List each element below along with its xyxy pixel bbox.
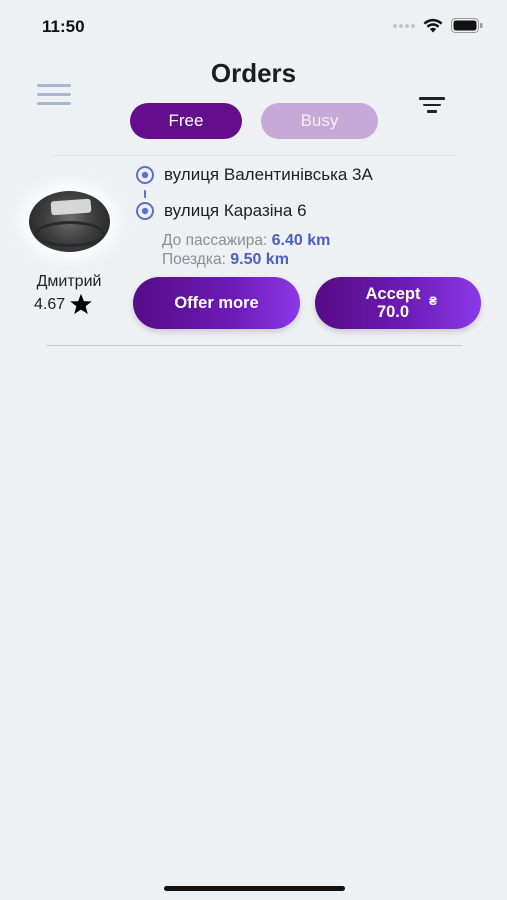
trip-distance: Поездка: 9.50 km	[162, 251, 289, 269]
distance-to-passenger: До пассажира: 6.40 km	[162, 232, 330, 250]
pickup-address: вулиця Валентинівська 3А	[164, 165, 373, 184]
accept-label: Accept	[365, 285, 421, 303]
tab-free[interactable]: Free	[130, 103, 242, 139]
driver-avatar	[29, 191, 110, 252]
battery-icon	[451, 18, 483, 33]
filter-icon[interactable]	[418, 97, 446, 119]
tab-busy[interactable]: Busy	[261, 103, 378, 139]
pickup-location-icon	[136, 166, 154, 184]
accept-price: 70.0	[376, 303, 410, 321]
wifi-icon	[423, 18, 443, 33]
offer-more-label: Offer more	[174, 293, 259, 312]
star-icon	[70, 293, 92, 314]
accept-button[interactable]: Accept 70.0 ₴	[315, 277, 481, 329]
divider	[52, 155, 458, 156]
currency-symbol: ₴	[428, 294, 437, 308]
status-bar: 11:50	[0, 0, 507, 54]
offer-more-button[interactable]: Offer more	[133, 277, 300, 329]
distance-to-passenger-label: До пассажира:	[162, 232, 268, 249]
distance-to-passenger-value: 6.40 km	[271, 232, 331, 249]
trip-distance-label: Поездка:	[162, 251, 226, 268]
destination-location-icon	[136, 202, 154, 220]
driver-name: Дмитрий	[36, 273, 102, 290]
route-connector	[144, 190, 146, 198]
trip-distance-value: 9.50 km	[230, 251, 289, 268]
status-time: 11:50	[42, 17, 85, 36]
rating-value: 4.67	[34, 295, 66, 313]
driver-rating: 4.67	[34, 293, 93, 316]
signal-icon	[393, 23, 415, 28]
order-divider	[46, 345, 462, 346]
destination-address: вулиця Каразіна 6	[164, 201, 307, 220]
page-title: Orders	[210, 58, 297, 88]
status-icons	[393, 18, 483, 33]
home-indicator[interactable]	[164, 886, 345, 891]
